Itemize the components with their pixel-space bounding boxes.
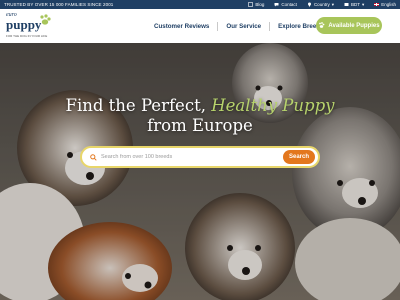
currency-icon (344, 3, 349, 6)
main-nav: Customer Reviews Our Service Explore Bre… (154, 9, 324, 43)
paw-icon (319, 22, 325, 28)
country-selector[interactable]: Country ▾ (307, 2, 334, 8)
available-puppies-button[interactable]: Available Puppies (316, 17, 382, 34)
logo-tagline: FOR THE DOG IN YOUR LIFE (6, 34, 48, 38)
nav-divider (217, 21, 219, 31)
search-button[interactable]: Search (283, 150, 315, 164)
chevron-down-icon: ▾ (361, 1, 365, 7)
search-icon (90, 153, 97, 161)
blog-link[interactable]: Blog (248, 2, 264, 7)
nav-customer-reviews[interactable]: Customer Reviews (154, 23, 209, 30)
blog-label: Blog (255, 2, 265, 7)
logo[interactable]: euro puppy FOR THE DOG IN YOUR LIFE (6, 11, 58, 41)
hero-headline: Find the Perfect, Healthy Puppy from Eur… (0, 96, 400, 136)
location-icon (307, 2, 311, 7)
logo-puppy: puppy (6, 17, 42, 32)
currency-selector[interactable]: BDT ▾ (344, 2, 364, 8)
chat-icon (274, 3, 279, 7)
language-label: English (381, 2, 396, 7)
hero-banner: Find the Perfect, Healthy Puppy from Eur… (0, 43, 400, 300)
contact-label: Contact (281, 2, 297, 7)
available-puppies-label: Available Puppies (328, 22, 380, 29)
paw-icon (40, 14, 51, 25)
top-bar: TRUSTED BY OVER 15 000 FAMILIES SINCE 20… (0, 0, 400, 9)
trust-text: TRUSTED BY OVER 15 000 FAMILIES SINCE 20… (4, 2, 114, 7)
contact-link[interactable]: Contact (274, 2, 297, 7)
nav-divider (269, 21, 271, 31)
chevron-down-icon: ▾ (331, 1, 334, 7)
currency-label: BDT (350, 2, 360, 7)
breed-search-bar: Search (80, 146, 320, 168)
site-header: euro puppy FOR THE DOG IN YOUR LIFE Cust… (0, 9, 400, 43)
search-input[interactable] (101, 154, 283, 160)
headline-part-1: Find the Perfect, (65, 96, 206, 115)
headline-accent: Healthy Puppy (211, 96, 335, 115)
flag-icon (374, 3, 380, 6)
puppies-photo (0, 43, 400, 300)
language-selector[interactable]: English (374, 2, 396, 7)
country-label: Country (313, 2, 330, 7)
blog-icon (248, 2, 254, 7)
search-button-label: Search (288, 154, 309, 160)
nav-our-service[interactable]: Our Service (226, 23, 261, 30)
headline-part-2: from Europe (147, 116, 253, 135)
